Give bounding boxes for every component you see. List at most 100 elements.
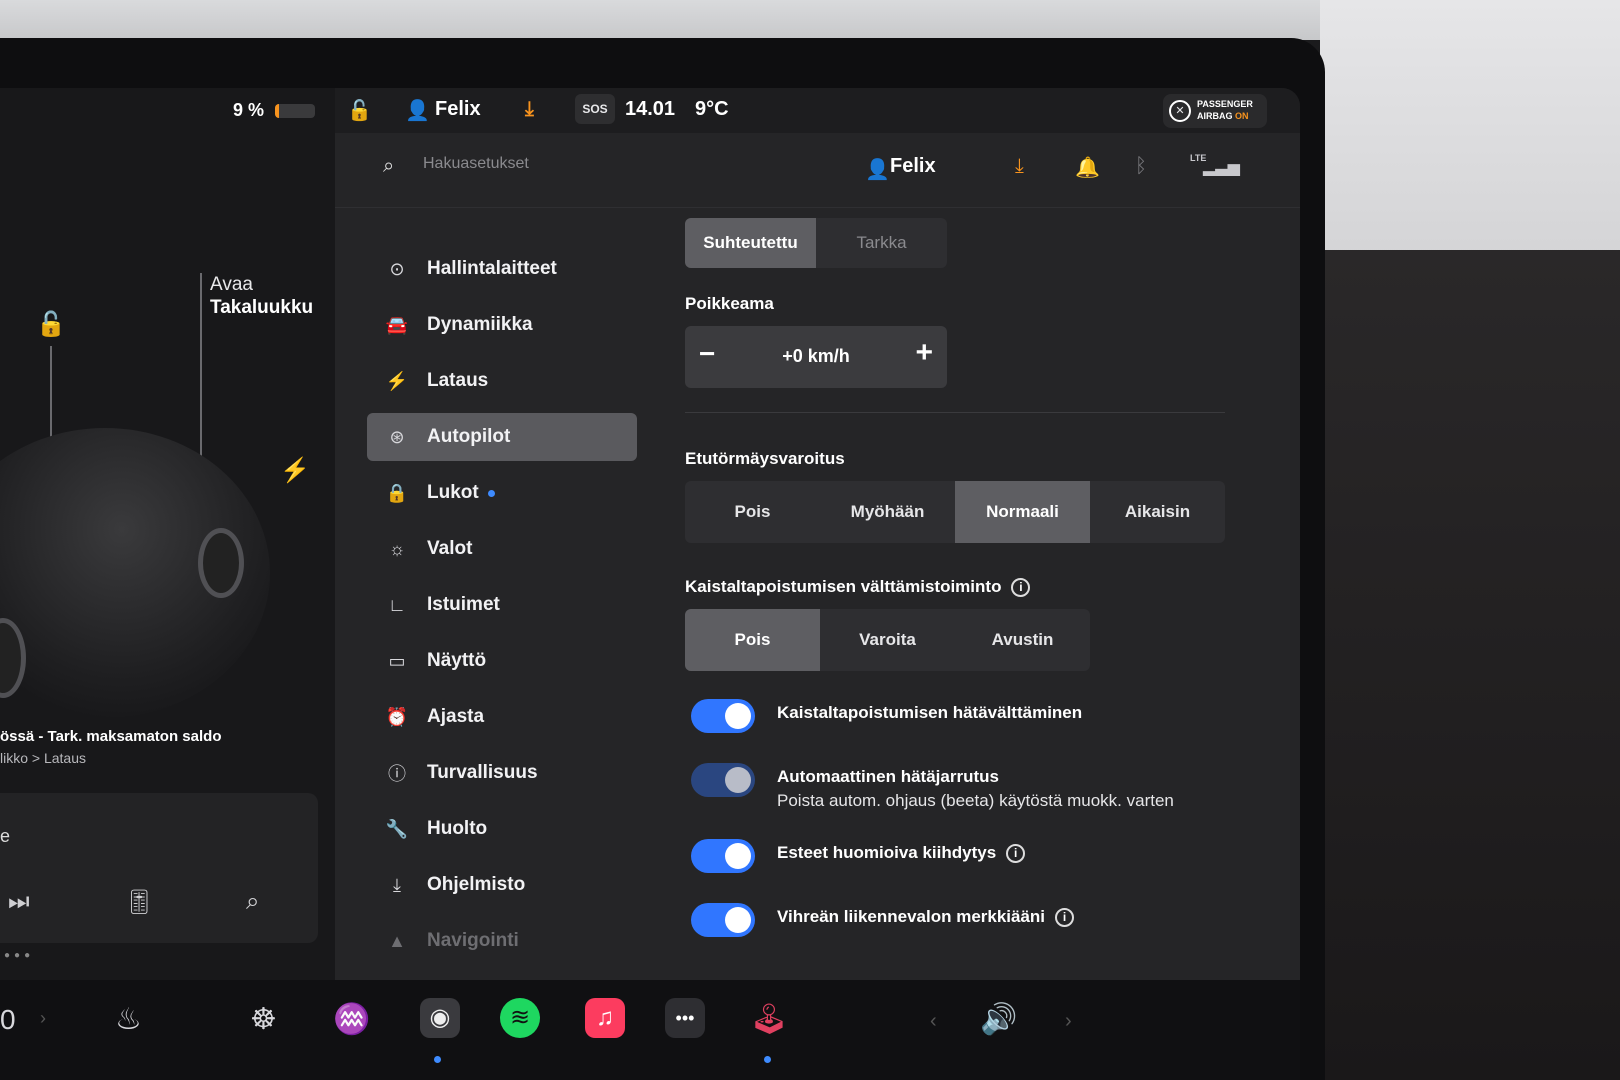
- equalizer-icon[interactable]: 🎚: [124, 888, 154, 917]
- section-divider: [685, 412, 1225, 413]
- settings-search-input[interactable]: [423, 155, 803, 173]
- lane-departure-selector: Pois Varoita Avustin: [685, 609, 1090, 672]
- toggle-knob: [725, 843, 751, 870]
- toggle-knob: [725, 907, 751, 934]
- sidebar-item-lataus[interactable]: ⚡ Lataus: [367, 357, 637, 405]
- joystick-icon[interactable]: 🕹: [750, 1002, 788, 1037]
- sidebar-item-ajasta[interactable]: ⏰ Ajasta: [367, 693, 637, 741]
- toggle-row: Esteet huomioiva kiihdytys i: [685, 839, 1245, 903]
- music-icon[interactable]: ♫: [585, 998, 625, 1038]
- media-search-icon[interactable]: ⌕: [246, 888, 259, 916]
- sidebar-item-navigointi[interactable]: ▲ Navigointi: [367, 917, 637, 965]
- volume-up-chevron-icon[interactable]: ›: [1065, 1010, 1072, 1033]
- speed-mode-selector: Suhteutettu Tarkka: [685, 218, 947, 268]
- touchscreen: 9 % Avaa Takaluukku 🔓 ⚡ össä - Tark. mak…: [0, 88, 1300, 1080]
- open-trunk-button[interactable]: Avaa Takaluukku: [210, 273, 313, 319]
- offset-title: Poikkeama: [685, 294, 774, 313]
- unlock-icon[interactable]: 🔓: [36, 310, 66, 339]
- forward-collision-option-normaali[interactable]: Normaali: [955, 481, 1090, 543]
- lane-departure-option-varoita[interactable]: Varoita: [820, 609, 955, 671]
- speed-mode-option-tarkka[interactable]: Tarkka: [816, 218, 947, 268]
- forward-collision-option-myöhään[interactable]: Myöhään: [820, 481, 955, 543]
- next-track-icon[interactable]: ⏭: [8, 888, 30, 916]
- toggle-switch[interactable]: [691, 839, 755, 874]
- sidebar-item-näyttö[interactable]: ▭ Näyttö: [367, 637, 637, 685]
- search-icon: ⌕: [383, 155, 395, 177]
- bluetooth-icon[interactable]: ᛒ: [1135, 155, 1147, 178]
- sidebar-item-label: Istuimet: [427, 594, 500, 615]
- more-icon[interactable]: •••: [665, 998, 705, 1038]
- info-icon[interactable]: i: [1006, 844, 1026, 864]
- volume-down-chevron-icon[interactable]: ‹: [930, 1010, 937, 1033]
- charge-port-icon[interactable]: ⚡: [280, 456, 310, 485]
- offset-value: +0 km/h: [782, 346, 850, 366]
- forward-collision-option-pois[interactable]: Pois: [685, 481, 820, 543]
- lane-departure-option-pois[interactable]: Pois: [685, 609, 820, 672]
- info-icon[interactable]: i: [1055, 908, 1075, 928]
- sidebar-item-label: Lukot: [427, 482, 479, 503]
- download-icon[interactable]: ⤓: [1015, 155, 1024, 178]
- speed-mode-option-suhteutettu[interactable]: Suhteutettu: [685, 218, 816, 268]
- sidebar-item-label: Näyttö: [427, 650, 487, 671]
- sidebar-item-label: Autopilot: [427, 426, 511, 447]
- header-user[interactable]: Felix: [890, 155, 936, 178]
- camera-icon[interactable]: ◉: [420, 998, 460, 1038]
- spotify-icon[interactable]: ≋: [500, 998, 540, 1038]
- bolt-icon: ⚡: [385, 370, 409, 391]
- increase-offset-button[interactable]: +: [915, 336, 933, 370]
- lock-callout-line: [50, 346, 52, 446]
- signal-icon: ▂▃▅: [1203, 159, 1240, 176]
- sun-icon: ☼: [388, 538, 406, 559]
- toggle-label: Esteet huomioiva kiihdytys i: [777, 843, 1026, 864]
- toggle-switch[interactable]: [691, 699, 755, 734]
- steering-heat-icon[interactable]: ☸: [250, 1002, 277, 1037]
- camera-active-dot: [434, 1056, 441, 1063]
- settings-header: ⌕ 👤 Felix ⤓ 🔔 ᛒ LTE ▂▃▅: [335, 133, 1300, 208]
- sidebar-item-valot[interactable]: ☼ Valot: [367, 525, 637, 573]
- background-wall-right: [1320, 0, 1620, 260]
- sidebar-item-lukot[interactable]: 🔒 Lukot: [367, 469, 637, 517]
- user-icon: 👤: [405, 100, 430, 122]
- bell-icon[interactable]: 🔔: [1075, 155, 1100, 180]
- temperature-setpoint[interactable]: 0: [0, 1004, 16, 1036]
- sidebar-item-ohjelmisto[interactable]: ⤓ Ohjelmisto: [367, 861, 637, 909]
- sidebar-item-label: Hallintalaitteet: [427, 258, 557, 279]
- settings-panel: ⌕ 👤 Felix ⤓ 🔔 ᛒ LTE ▂▃▅ ⊙ Hallintalaittee…: [335, 133, 1300, 980]
- lane-departure-option-avustin[interactable]: Avustin: [955, 609, 1090, 671]
- steering-wheel-icon: ⊛: [389, 426, 405, 447]
- lock-icon: 🔒: [385, 482, 409, 503]
- toggle-switch[interactable]: [691, 903, 755, 938]
- media-player: [0, 793, 318, 943]
- battery-bar: [275, 104, 315, 118]
- forward-collision-option-aikaisin[interactable]: Aikaisin: [1090, 481, 1225, 543]
- toggle-label: Automaattinen hätäjarrutus: [777, 767, 999, 787]
- alarm-clock-icon: ⏰: [385, 706, 409, 727]
- sos-button[interactable]: SOS: [575, 94, 615, 124]
- update-download-icon[interactable]: ⤓: [525, 98, 534, 121]
- sidebar-item-istuimet[interactable]: ∟ Istuimet: [367, 581, 637, 629]
- sidebar-item-turvallisuus[interactable]: ⓘ Turvallisuus: [367, 749, 637, 797]
- offset-stepper: − +0 km/h +: [685, 326, 947, 388]
- alert-circle-icon: ⓘ: [388, 764, 406, 784]
- sidebar-item-huolto[interactable]: 🔧 Huolto: [367, 805, 637, 853]
- chevron-right-icon[interactable]: ›: [40, 1008, 46, 1029]
- sidebar-item-dynamiikka[interactable]: 🚘 Dynamiikka: [367, 301, 637, 349]
- page-dots: ●●●: [4, 950, 35, 961]
- lock-icon[interactable]: 🔓: [347, 98, 372, 123]
- trunk-label-top: Avaa: [210, 274, 253, 295]
- battery-fill: [275, 104, 279, 118]
- sidebar-item-label: Navigointi: [427, 930, 519, 951]
- car-icon: 🚘: [385, 314, 409, 335]
- sidebar-item-autopilot[interactable]: ⊛ Autopilot: [367, 413, 637, 461]
- airbag-icon: ✕: [1169, 100, 1191, 122]
- safety-toggles: Kaistaltapoistumisen hätävälttäminen Auto…: [685, 699, 1245, 967]
- defrost-icon[interactable]: ♒: [333, 1002, 370, 1037]
- seat-heater-icon[interactable]: ♨: [115, 1002, 142, 1037]
- sidebar-item-hallintalaitteet[interactable]: ⊙ Hallintalaitteet: [367, 245, 637, 293]
- profile-icon: 👤: [865, 159, 890, 181]
- toggle-row: Vihreän liikennevalon merkkiääni i: [685, 903, 1245, 967]
- volume-icon[interactable]: 🔊: [980, 1002, 1017, 1037]
- status-user[interactable]: Felix: [435, 98, 481, 121]
- seat-icon: ∟: [388, 594, 406, 615]
- info-icon[interactable]: i: [1011, 578, 1031, 598]
